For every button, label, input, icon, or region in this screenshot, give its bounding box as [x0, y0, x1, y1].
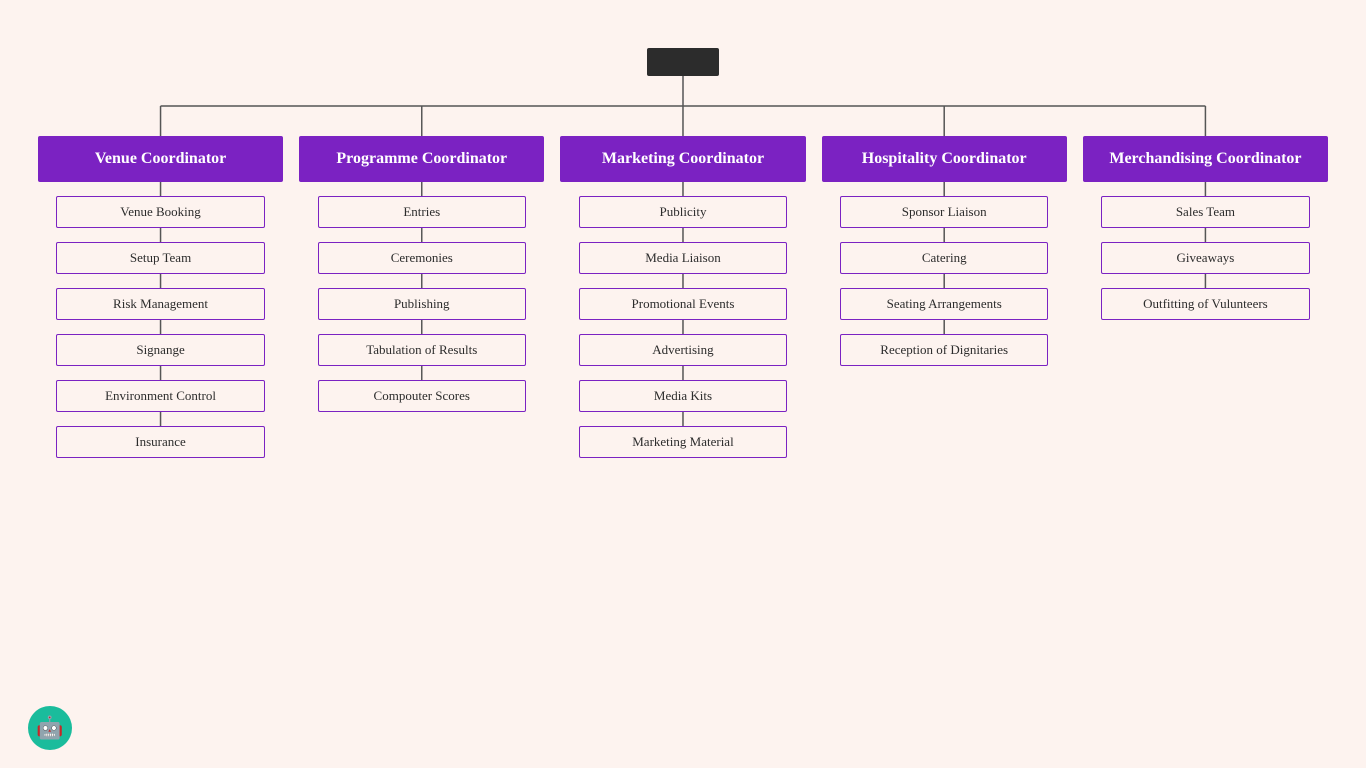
- leaf-wrap: Ceremonies: [318, 242, 526, 274]
- leaf-node: Giveaways: [1101, 242, 1309, 274]
- column-programme: Programme Coordinator Entries Ceremonies Pu…: [299, 136, 544, 458]
- robot-icon: 🤖: [36, 715, 63, 741]
- children-col-hospitality: Sponsor Liaison Catering Seating Arrangeme…: [822, 182, 1067, 366]
- coordinator-box-programme: Programme Coordinator: [299, 136, 544, 182]
- leaf-node: Environment Control: [56, 380, 264, 412]
- children-col-merchandising: Sales Team Giveaways Outfitting of Vulunte…: [1083, 182, 1328, 320]
- top-section: Venue Coordinator Venue Booking Setup Team…: [20, 48, 1346, 458]
- leaf-wrap: Setup Team: [56, 242, 264, 274]
- coordinator-box-merchandising: Merchandising Coordinator: [1083, 136, 1328, 182]
- leaf-wrap: Publishing: [318, 288, 526, 320]
- coordinators-row: Venue Coordinator Venue Booking Setup Team…: [20, 136, 1346, 458]
- leaf-wrap: Environment Control: [56, 380, 264, 412]
- leaf-wrap: Insurance: [56, 426, 264, 458]
- coordinator-label-merchandising: Merchandising Coordinator: [1083, 136, 1328, 182]
- leaf-wrap: Catering: [840, 242, 1048, 274]
- leaf-wrap: Promotional Events: [579, 288, 787, 320]
- leaf-wrap: Seating Arrangements: [840, 288, 1048, 320]
- leaf-node: Venue Booking: [56, 196, 264, 228]
- page-title: [0, 0, 1366, 48]
- robot-button[interactable]: 🤖: [28, 706, 72, 750]
- coordinator-label-venue: Venue Coordinator: [38, 136, 283, 182]
- leaf-node: Setup Team: [56, 242, 264, 274]
- leaf-wrap: Giveaways: [1101, 242, 1309, 274]
- coordinator-box-venue: Venue Coordinator: [38, 136, 283, 182]
- leaf-wrap: Venue Booking: [56, 196, 264, 228]
- leaf-wrap: Media Kits: [579, 380, 787, 412]
- leaf-node: Risk Management: [56, 288, 264, 320]
- leaf-node: Publicity: [579, 196, 787, 228]
- children-col-venue: Venue Booking Setup Team Risk Management Si…: [38, 182, 283, 458]
- leaf-wrap: Entries: [318, 196, 526, 228]
- leaf-node: Signange: [56, 334, 264, 366]
- leaf-wrap: Media Liaison: [579, 242, 787, 274]
- leaf-wrap: Signange: [56, 334, 264, 366]
- coordinator-box-marketing: Marketing Coordinator: [560, 136, 805, 182]
- leaf-node: Media Kits: [579, 380, 787, 412]
- column-hospitality: Hospitality Coordinator Sponsor Liaison Ca…: [822, 136, 1067, 458]
- leaf-wrap: Outfitting of Vulunteers: [1101, 288, 1309, 320]
- leaf-node: Promotional Events: [579, 288, 787, 320]
- leaf-node: Compouter Scores: [318, 380, 526, 412]
- children-col-programme: Entries Ceremonies Publishing Tabulation of…: [299, 182, 544, 412]
- leaf-node: Media Liaison: [579, 242, 787, 274]
- leaf-node: Sponsor Liaison: [840, 196, 1048, 228]
- column-venue: Venue Coordinator Venue Booking Setup Team…: [38, 136, 283, 458]
- leaf-node: Tabulation of Results: [318, 334, 526, 366]
- coordinator-box-hospitality: Hospitality Coordinator: [822, 136, 1067, 182]
- leaf-node: Entries: [318, 196, 526, 228]
- coordinator-label-marketing: Marketing Coordinator: [560, 136, 805, 182]
- leaf-wrap: Marketing Material: [579, 426, 787, 458]
- leaf-wrap: Publicity: [579, 196, 787, 228]
- leaf-node: Seating Arrangements: [840, 288, 1048, 320]
- column-marketing: Marketing Coordinator Publicity Media Liai…: [560, 136, 805, 458]
- leaf-node: Advertising: [579, 334, 787, 366]
- coordinator-label-programme: Programme Coordinator: [299, 136, 544, 182]
- chart-container: Venue Coordinator Venue Booking Setup Team…: [0, 48, 1366, 458]
- leaf-wrap: Risk Management: [56, 288, 264, 320]
- leaf-wrap: Tabulation of Results: [318, 334, 526, 366]
- leaf-node: Marketing Material: [579, 426, 787, 458]
- leaf-node: Outfitting of Vulunteers: [1101, 288, 1309, 320]
- leaf-node: Catering: [840, 242, 1048, 274]
- leaf-wrap: Sponsor Liaison: [840, 196, 1048, 228]
- leaf-node: Reception of Dignitaries: [840, 334, 1048, 366]
- coordinator-label-hospitality: Hospitality Coordinator: [822, 136, 1067, 182]
- root-node: [647, 48, 719, 76]
- column-merchandising: Merchandising Coordinator Sales Team Givea…: [1083, 136, 1328, 458]
- root-row: [647, 48, 719, 76]
- leaf-node: Insurance: [56, 426, 264, 458]
- leaf-wrap: Reception of Dignitaries: [840, 334, 1048, 366]
- leaf-wrap: Compouter Scores: [318, 380, 526, 412]
- leaf-node: Sales Team: [1101, 196, 1309, 228]
- leaf-node: Publishing: [318, 288, 526, 320]
- leaf-node: Ceremonies: [318, 242, 526, 274]
- leaf-wrap: Advertising: [579, 334, 787, 366]
- leaf-wrap: Sales Team: [1101, 196, 1309, 228]
- children-col-marketing: Publicity Media Liaison Promotional Events…: [560, 182, 805, 458]
